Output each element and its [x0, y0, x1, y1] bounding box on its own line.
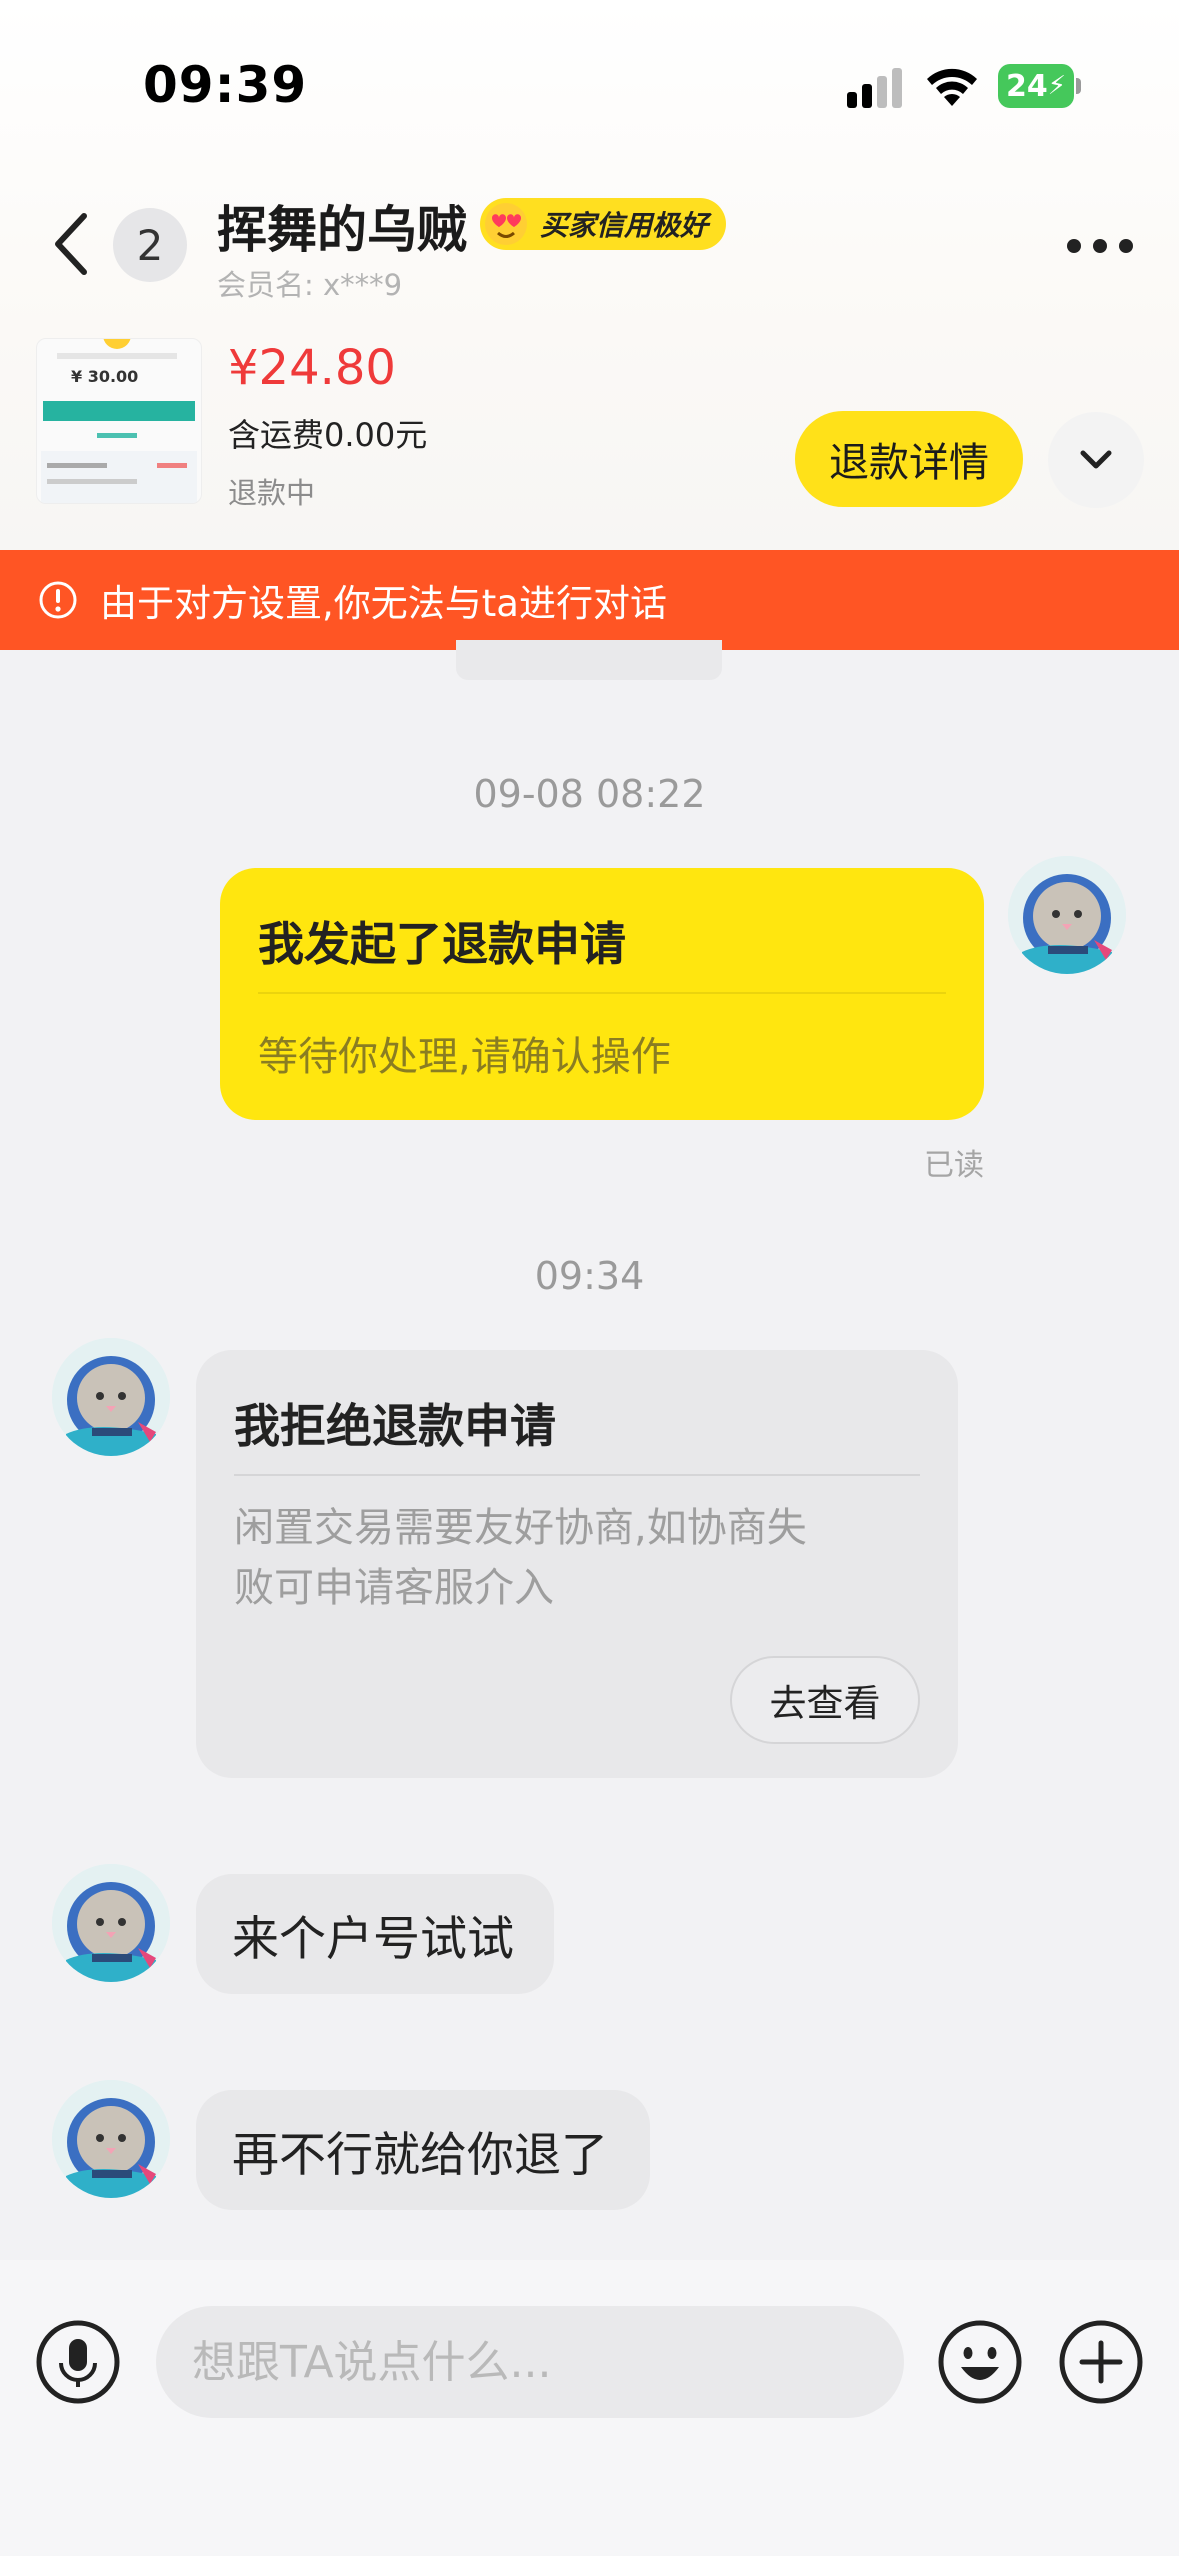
wifi-icon: [927, 68, 977, 106]
status-time: 09:39: [143, 56, 308, 114]
credit-badge-label: 买家信用极好: [540, 209, 709, 242]
card-body: 闲置交易需要友好协商,如协商失 败可申请客服介入: [234, 1505, 807, 1611]
seal-avatar-icon: [1008, 856, 1126, 974]
more-icon[interactable]: [1066, 238, 1134, 254]
timestamp: 09:34: [534, 1254, 645, 1298]
emoji-icon[interactable]: [937, 2319, 1023, 2405]
plus-icon[interactable]: [1058, 2319, 1144, 2405]
view-button[interactable]: 去查看: [730, 1656, 920, 1744]
seal-avatar-icon: [52, 1864, 170, 1982]
previous-message-bubble: [456, 640, 722, 680]
contact-name[interactable]: 挥舞的乌贼: [217, 190, 467, 262]
signal-icon: [847, 68, 902, 108]
message-input[interactable]: [156, 2306, 904, 2418]
card-title: 我拒绝退款申请: [234, 1399, 556, 1453]
product-price: ¥24.80: [228, 340, 396, 396]
refund-request-card[interactable]: 我发起了退款申请 等待你处理,请确认操作: [220, 868, 984, 1120]
read-receipt: 已读: [924, 1148, 984, 1183]
message-bubble[interactable]: 来个户号试试: [196, 1874, 554, 1994]
banner-text: 由于对方设置,你无法与ta进行对话: [100, 582, 667, 625]
refund-status: 退款中: [228, 476, 316, 510]
heart-eyes-icon: [485, 203, 527, 245]
avatar[interactable]: [52, 2080, 170, 2198]
avatar[interactable]: [52, 1864, 170, 1982]
member-name: 会员名: x***9: [217, 268, 403, 302]
unread-count-badge[interactable]: 2: [113, 208, 187, 282]
expand-button[interactable]: [1048, 412, 1144, 508]
microphone-icon[interactable]: [35, 2319, 121, 2405]
warning-icon: [39, 581, 77, 619]
seal-avatar-icon: [52, 1338, 170, 1456]
battery-tip: [1076, 78, 1081, 94]
chevron-down-icon: [1080, 450, 1112, 469]
card-title: 我发起了退款申请: [258, 917, 626, 971]
restriction-banner: 由于对方设置,你无法与ta进行对话: [0, 550, 1179, 650]
seal-avatar-icon: [52, 2080, 170, 2198]
avatar[interactable]: [52, 1338, 170, 1456]
thumb-amount: ¥ 30.00: [71, 367, 139, 386]
avatar[interactable]: [1008, 856, 1126, 974]
refund-detail-button[interactable]: 退款详情: [795, 411, 1023, 507]
refund-rejected-card[interactable]: 我拒绝退款申请 闲置交易需要友好协商,如协商失 败可申请客服介入 去查看: [196, 1350, 958, 1778]
card-body: 等待你处理,请确认操作: [258, 1034, 671, 1080]
shipping-fee: 含运费0.00元: [228, 416, 428, 454]
battery-indicator: 24 ⚡: [998, 64, 1074, 108]
back-icon[interactable]: [46, 208, 96, 280]
timestamp: 09-08 08:22: [473, 772, 706, 816]
message-bubble[interactable]: 再不行就给你退了: [196, 2090, 650, 2210]
product-thumbnail[interactable]: ¥ 30.00: [36, 338, 202, 504]
